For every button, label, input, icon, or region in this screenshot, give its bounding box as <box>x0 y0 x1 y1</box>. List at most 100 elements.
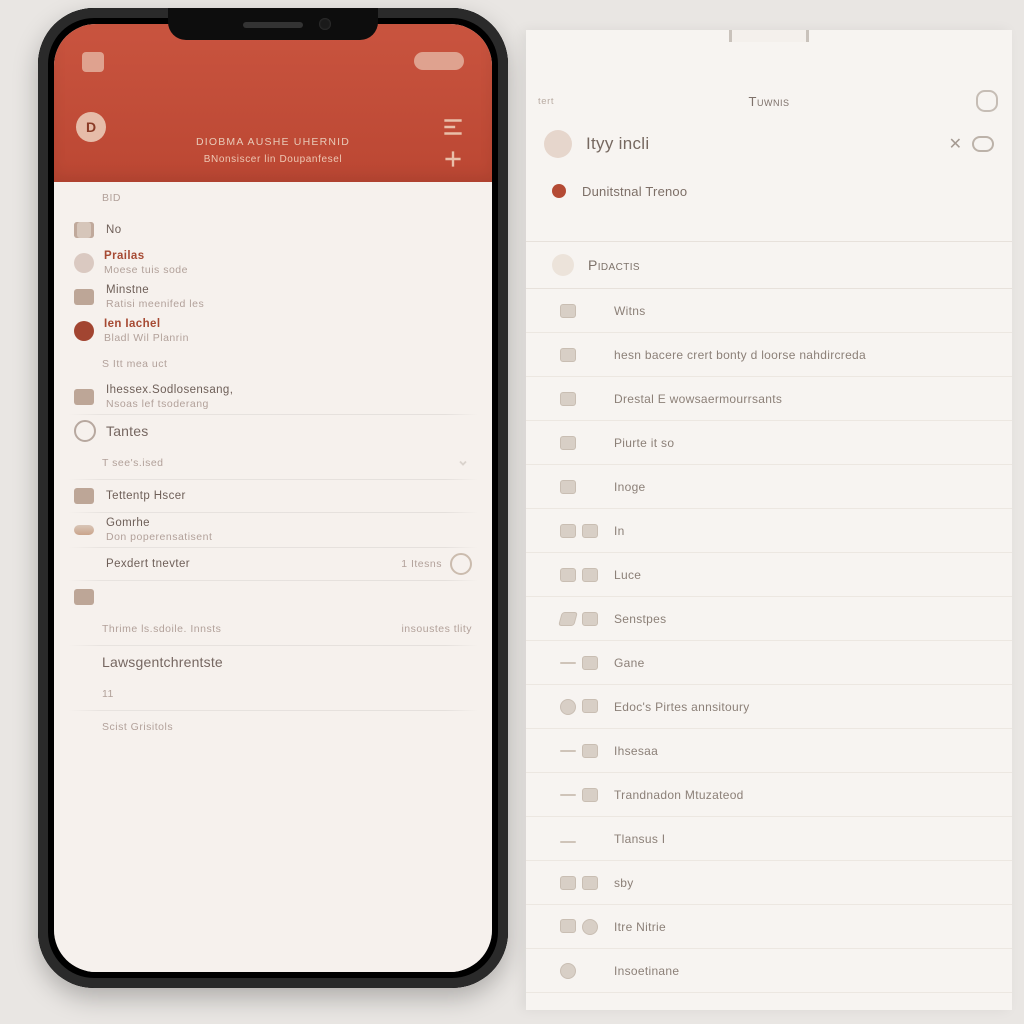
panel-item-label: hesn bacere crert bonty d loorse nahdirc… <box>614 348 866 362</box>
panel-header-left-label: tert <box>538 96 554 107</box>
list-item[interactable]: Ien Iachel Bladl Wil Planrin <box>54 314 492 348</box>
list-trailing-label: insoustes tlity <box>401 623 472 635</box>
list-label: Scist Grisitols <box>74 721 173 733</box>
item-title: Pexdert tnevter <box>106 558 190 570</box>
list-item[interactable]: Prailas Moese tuis sode <box>54 246 492 280</box>
item-subtitle: Bladl Wil Planrin <box>104 332 189 344</box>
panel-item-label: Inoge <box>614 480 646 494</box>
item-title: Ien Iachel <box>104 318 189 330</box>
chevron-down-icon <box>454 454 472 472</box>
list-item: T see's.ised <box>54 447 492 479</box>
panel-item-label: Piurte it so <box>614 436 674 450</box>
square-icon <box>74 389 94 405</box>
list-label: T see's.ised <box>74 457 164 469</box>
outline-dot-icon <box>74 420 96 442</box>
panel-title: Tuwnis <box>749 94 790 109</box>
square-icon <box>74 589 94 605</box>
panel-list-item[interactable]: Piurte it so <box>526 421 1012 465</box>
item-trailing-label: 1 Itesns <box>401 558 442 570</box>
header-subtitle: BNonsiscer lin Doupanfesel <box>124 154 422 165</box>
panel-list-item[interactable]: Senstpes <box>526 597 1012 641</box>
panel-item-label: In <box>614 524 625 538</box>
list-item[interactable]: No <box>54 214 492 246</box>
item-subtitle: Moese tuis sode <box>104 264 188 276</box>
panel-row-avatar-icon <box>544 130 572 158</box>
panel-list-item[interactable]: Edoc's Pirtes annsitoury <box>526 685 1012 729</box>
item-subtitle: Ratisi meenifed les <box>106 298 204 310</box>
list-item: Scist Grisitols <box>54 711 492 743</box>
panel-item-label: Edoc's Pirtes annsitoury <box>614 700 750 714</box>
avatar-badge[interactable]: D <box>76 112 106 142</box>
item-glyph-icon <box>560 568 600 582</box>
list-item: 11 <box>54 678 492 710</box>
list-item[interactable]: Ihessex.Sodlosensang,Nsoas lef tsoderang <box>54 380 492 414</box>
panel-list-item[interactable]: sby <box>526 861 1012 905</box>
panel-list-item[interactable]: Insoetinane <box>526 949 1012 993</box>
panel-item-label: Itre Nitrie <box>614 920 666 934</box>
item-glyph-icon <box>560 744 600 758</box>
list-item[interactable]: Minstne Ratisi meenifed les <box>54 280 492 314</box>
main-list[interactable]: BIDNoPrailasMoese tuis sodeMinstneRatisi… <box>54 182 492 972</box>
toggle-icon[interactable] <box>972 136 994 152</box>
list-item[interactable]: Tantes <box>54 415 492 447</box>
panel-list-item[interactable]: Drestal E wowsaermourrsants <box>526 377 1012 421</box>
panel-list-item[interactable]: Inoge <box>526 465 1012 509</box>
item-glyph-icon <box>560 524 600 538</box>
item-glyph-icon <box>560 699 600 715</box>
item-glyph-icon <box>560 835 600 843</box>
panel-primary-row[interactable]: Ityy incli ✕ <box>526 117 1012 171</box>
phone-screen: D DIOBMA AUSHE UHERNID BNonsiscer lin Do… <box>54 24 492 972</box>
header-title: DIOBMA AUSHE UHERNID <box>124 136 422 148</box>
phone-frame: D DIOBMA AUSHE UHERNID BNonsiscer lin Do… <box>38 8 508 988</box>
panel-list-item[interactable]: Luce <box>526 553 1012 597</box>
header-secondary-icon[interactable] <box>440 146 466 172</box>
panel-list-item[interactable]: Trandnadon Mtuzateod <box>526 773 1012 817</box>
list-item: Lawsgentchrentste <box>54 646 492 678</box>
panel-item-label: sby <box>614 876 634 890</box>
item-title: Prailas <box>104 250 188 262</box>
item-glyph-icon <box>560 392 600 406</box>
list-item[interactable]: Tettentp Hscer <box>54 480 492 512</box>
panel-item-label: Insoetinane <box>614 964 679 978</box>
panel-list-item[interactable]: Itre Nitrie <box>526 905 1012 949</box>
item-title: Tantes <box>106 423 148 439</box>
panel-header-action-icon[interactable] <box>976 90 998 112</box>
panel-item-label: Trandnadon Mtuzateod <box>614 788 744 802</box>
panel-section-header[interactable]: Pidactis <box>526 241 1012 289</box>
item-glyph-icon <box>560 480 600 494</box>
panel-row-title: Ityy incli <box>586 134 649 154</box>
item-subtitle: Don poperensatisent <box>106 531 212 543</box>
panel-sub-label: Dunitstnal Trenoo <box>582 184 687 199</box>
close-icon[interactable]: ✕ <box>949 134 962 154</box>
item-glyph-icon <box>560 876 600 890</box>
side-panel: tert Tuwnis Ityy incli ✕ Dunitstnal Tren… <box>526 30 1012 1010</box>
list-item: S Itt mea uct <box>54 348 492 380</box>
panel-list-item[interactable]: In <box>526 509 1012 553</box>
item-glyph-icon <box>560 304 600 318</box>
panel-list-item[interactable]: Tlansus I <box>526 817 1012 861</box>
section-coin-icon <box>552 254 574 276</box>
list-item[interactable] <box>54 581 492 613</box>
status-bar-left-icon <box>82 52 104 72</box>
square-icon <box>74 488 94 504</box>
status-bar-battery-icon <box>414 52 464 70</box>
list-label: S Itt mea uct <box>74 358 167 370</box>
header-action-icon[interactable] <box>440 114 466 140</box>
panel-item-label: Senstpes <box>614 612 666 626</box>
list-item[interactable]: Pexdert tnevter 1 Itesns <box>54 548 492 580</box>
trailing-circle-icon[interactable] <box>450 553 472 575</box>
panel-list-item[interactable]: hesn bacere crert bonty d loorse nahdirc… <box>526 333 1012 377</box>
panel-item-label: Luce <box>614 568 641 582</box>
panel-item-label: Gane <box>614 656 645 670</box>
panel-sub-row[interactable]: Dunitstnal Trenoo <box>526 171 1012 211</box>
panel-list-item[interactable]: Ihsesaa <box>526 729 1012 773</box>
panel-list[interactable]: Witns hesn bacere crert bonty d loorse na… <box>526 289 1012 993</box>
panel-list-item[interactable]: Gane <box>526 641 1012 685</box>
panel-list-item[interactable]: Witns <box>526 289 1012 333</box>
list-item[interactable]: GomrheDon poperensatisent <box>54 513 492 547</box>
item-title: Minstne <box>106 284 204 296</box>
panel-item-label: Ihsesaa <box>614 744 658 758</box>
square-icon <box>74 289 94 305</box>
panel-item-label: Witns <box>614 304 646 318</box>
item-glyph-icon <box>560 348 600 362</box>
